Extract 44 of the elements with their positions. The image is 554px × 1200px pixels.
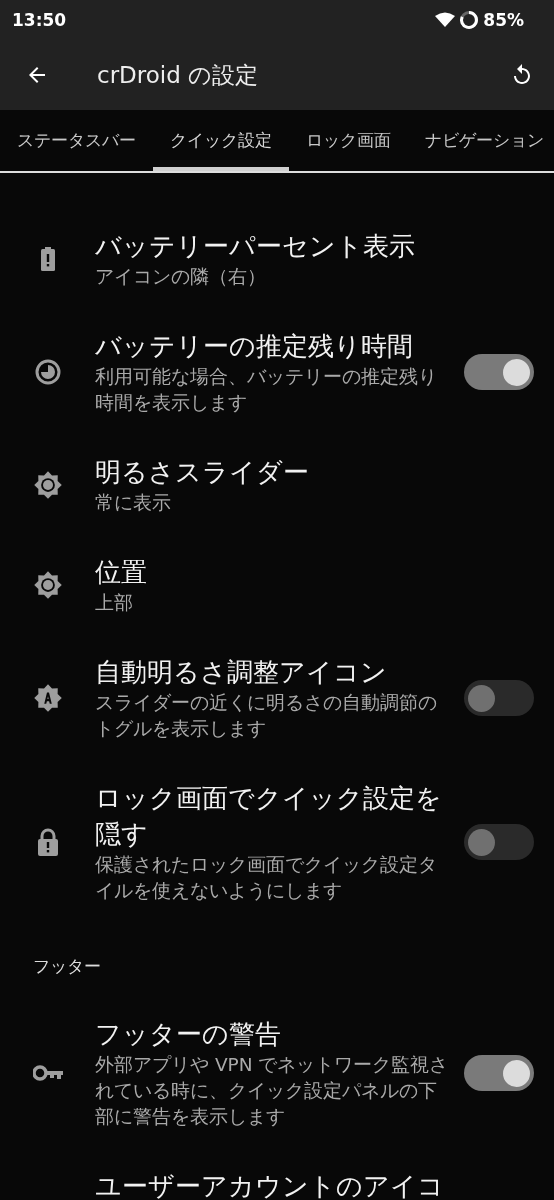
item-title: 明るさスライダー <box>95 456 310 489</box>
item-title: バッテリーパーセント表示 <box>95 230 416 263</box>
item-title: ロック画面でクイック設定を隠す <box>95 782 443 851</box>
settings-item[interactable]: ユーザーアカウントのアイコ <box>0 1149 554 1200</box>
wifi-icon <box>435 12 456 28</box>
settings-item[interactable]: 位置 上部 <box>0 535 554 635</box>
settings-item[interactable]: ロック画面でクイック設定を隠す 保護されたロック画面でクイック設定タイルを使えないようにします <box>0 761 554 923</box>
item-title: フッターの警告 <box>95 1018 282 1051</box>
toggle-switch[interactable] <box>464 680 534 716</box>
item-title: 位置 <box>95 556 148 589</box>
item-summary: 外部アプリや VPN でネットワーク監視されている時に、クイック設定パネルの下部に警告を表示します <box>95 1053 450 1129</box>
tab[interactable]: ロック画面 <box>289 110 408 171</box>
item-summary: 保護されたロック画面でクイック設定タイルを使えないようにします <box>95 853 438 903</box>
key-icon <box>32 1065 63 1081</box>
settings-item[interactable]: 明るさスライダー 常に表示 <box>0 435 554 535</box>
battery-alert-icon <box>40 247 55 271</box>
item-summary: 上部 <box>95 591 134 615</box>
battery-ring-icon <box>459 10 480 30</box>
settings-item[interactable]: バッテリーの推定残り時間 利用可能な場合、バッテリーの推定残り時間を表示します <box>0 309 554 435</box>
category-header: フッター <box>32 955 102 978</box>
lock-icon <box>36 828 59 856</box>
settings-item[interactable]: フッターの警告 外部アプリや VPN でネットワーク監視されている時に、クイック設定パネルの下部に警告を表示します <box>0 997 554 1149</box>
toggle-switch[interactable] <box>464 824 534 860</box>
toggle-switch[interactable] <box>464 354 534 390</box>
item-title: 自動明るさ調整アイコン <box>95 656 388 689</box>
tab[interactable]: ナビゲーション <box>408 110 554 171</box>
item-summary: アイコンの隣（右） <box>95 265 267 289</box>
item-summary: スライダーの近くに明るさの自動調節のトグルを表示します <box>95 691 438 741</box>
screen-title: crDroid の設定 <box>97 60 260 90</box>
toggle-switch[interactable] <box>464 1055 534 1091</box>
brightness-icon <box>32 470 63 500</box>
item-title: バッテリーの推定残り時間 <box>95 330 414 363</box>
tab[interactable]: ステータスバー <box>0 110 153 171</box>
battery-percent: 85% <box>483 10 524 30</box>
settings-item[interactable]: バッテリーパーセント表示 アイコンの隣（右） <box>0 209 554 309</box>
item-title: ユーザーアカウントのアイコ <box>95 1170 445 1200</box>
clock-time: 13:50 <box>12 10 67 30</box>
tab[interactable]: クイック設定 <box>153 110 289 171</box>
item-summary: 利用可能な場合、バッテリーの推定残り時間を表示します <box>95 365 438 415</box>
settings-item[interactable]: 自動明るさ調整アイコン スライダーの近くに明るさの自動調節のトグルを表示します <box>0 635 554 761</box>
timer-icon <box>34 359 61 385</box>
auto-brightness-icon <box>32 683 63 713</box>
item-summary: 常に表示 <box>95 491 172 515</box>
brightness-icon <box>32 570 63 600</box>
